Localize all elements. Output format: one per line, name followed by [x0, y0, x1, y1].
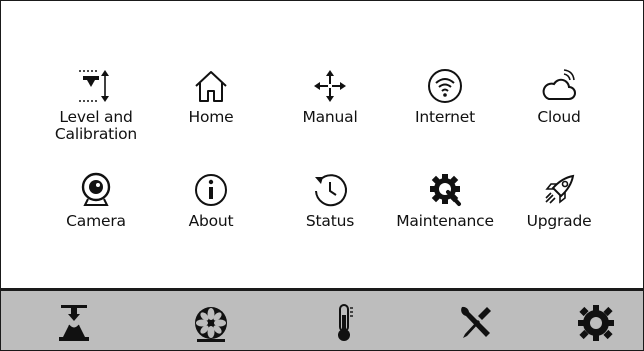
fan-icon	[195, 307, 227, 342]
thermometer-icon	[338, 304, 353, 341]
fan-tab-button[interactable]	[188, 301, 234, 345]
printer-nozzle-icon	[59, 305, 89, 341]
bottom-navigation-bar	[1, 288, 643, 350]
menu-item-home[interactable]: Home	[161, 67, 261, 126]
menu-item-label: Upgrade	[526, 212, 592, 230]
menu-item-about[interactable]: About	[161, 171, 261, 230]
gear-wrench-icon	[430, 174, 461, 206]
settings-gear-icon	[578, 305, 614, 341]
settings-menu-grid: Level and Calibration Home Manual Intern…	[1, 1, 643, 291]
menu-item-label: Cloud	[537, 108, 581, 126]
info-icon	[195, 174, 227, 206]
menu-item-label: Maintenance	[396, 212, 494, 230]
house-icon	[195, 71, 227, 102]
settings-tab-button[interactable]	[573, 301, 619, 345]
menu-item-status[interactable]: Status	[280, 171, 380, 230]
webcam-icon	[81, 172, 111, 206]
rocket-icon	[545, 174, 575, 204]
printer-screen: Level and Calibration Home Manual Intern…	[0, 0, 644, 351]
print-tab-button[interactable]	[51, 301, 97, 345]
menu-item-camera[interactable]: Camera	[46, 171, 146, 230]
tools-tab-button[interactable]	[453, 301, 499, 345]
wifi-icon	[428, 69, 462, 103]
temperature-tab-button[interactable]	[322, 301, 368, 345]
menu-item-label: Manual	[302, 108, 358, 126]
move-arrows-icon	[314, 70, 346, 102]
menu-item-label: Camera	[66, 212, 126, 230]
menu-item-cloud[interactable]: Cloud	[509, 67, 609, 126]
menu-item-upgrade[interactable]: Upgrade	[509, 171, 609, 230]
menu-item-internet[interactable]: Internet	[395, 67, 495, 126]
menu-item-label: Status	[305, 212, 355, 230]
cloud-icon	[542, 69, 576, 100]
menu-item-maintenance[interactable]: Maintenance	[395, 171, 495, 230]
menu-item-level-calibration[interactable]: Level and Calibration	[46, 67, 146, 143]
history-clock-icon	[315, 174, 347, 207]
level-calibration-icon	[79, 70, 109, 102]
menu-item-label: Home	[188, 108, 234, 126]
tools-icon	[461, 306, 491, 338]
menu-item-label: About	[188, 212, 234, 230]
menu-item-label: Level and Calibration	[54, 108, 138, 143]
menu-item-label: Internet	[415, 108, 475, 126]
menu-item-manual[interactable]: Manual	[280, 67, 380, 126]
